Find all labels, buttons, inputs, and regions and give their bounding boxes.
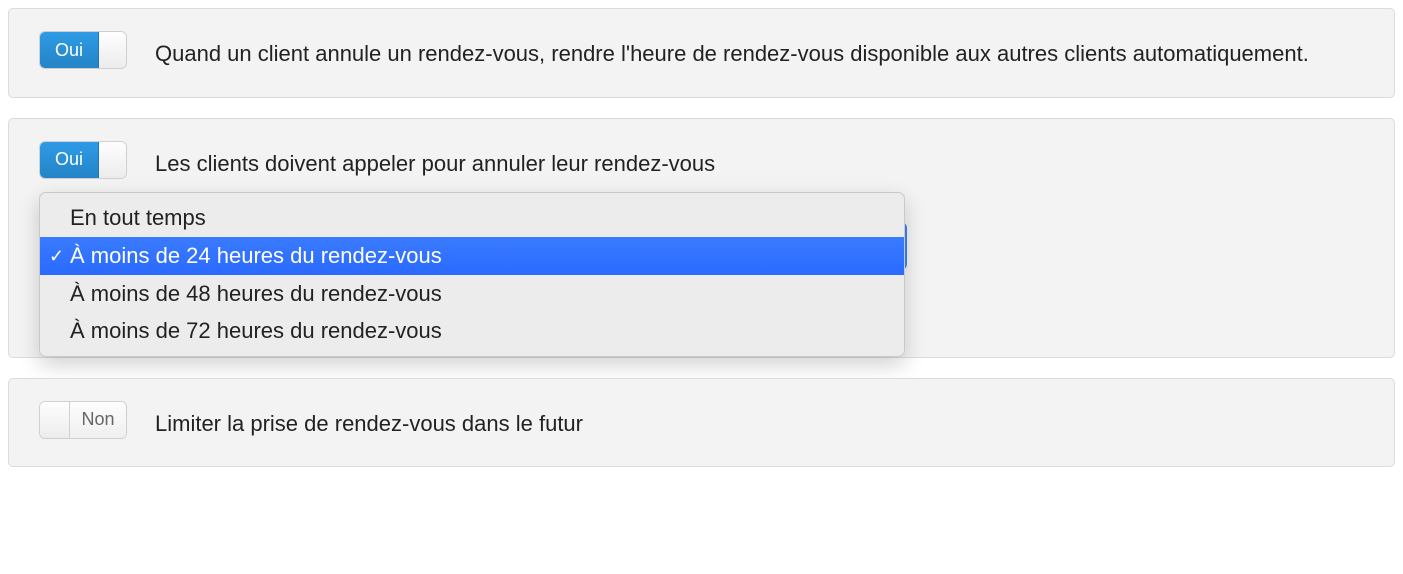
setting-row: Oui Les clients doivent appeler pour ann…	[39, 141, 1364, 185]
setting-description: Les clients doivent appeler pour annuler…	[155, 141, 1364, 185]
toggle-label: Oui	[40, 32, 98, 68]
toggle-knob	[98, 32, 126, 68]
toggle-label: Oui	[40, 142, 98, 178]
toggle-limit-future[interactable]: Non	[39, 401, 127, 439]
dropdown-option[interactable]: En tout temps	[40, 199, 904, 237]
setting-row: Non Limiter la prise de rendez-vous dans…	[39, 401, 1364, 445]
dropdown-option[interactable]: À moins de 48 heures du rendez-vous	[40, 275, 904, 313]
toggle-must-call[interactable]: Oui	[39, 141, 127, 179]
toggle-knob	[40, 402, 70, 438]
setting-panel-limit-future: Non Limiter la prise de rendez-vous dans…	[8, 378, 1395, 468]
toggle-label: Non	[70, 402, 126, 438]
toggle-auto-release[interactable]: Oui	[39, 31, 127, 69]
dropdown-option[interactable]: À moins de 72 heures du rendez-vous	[40, 312, 904, 350]
setting-panel-auto-release: Oui Quand un client annule un rendez-vou…	[8, 8, 1395, 98]
cancel-window-dropdown[interactable]: En tout temps À moins de 24 heures du re…	[39, 192, 905, 358]
setting-description: Limiter la prise de rendez-vous dans le …	[155, 401, 1364, 445]
setting-panel-must-call: Oui Les clients doivent appeler pour ann…	[8, 118, 1395, 358]
dropdown-option[interactable]: À moins de 24 heures du rendez-vous	[40, 237, 904, 275]
toggle-knob	[98, 142, 126, 178]
setting-row: Oui Quand un client annule un rendez-vou…	[39, 31, 1364, 75]
setting-description: Quand un client annule un rendez-vous, r…	[155, 31, 1364, 75]
